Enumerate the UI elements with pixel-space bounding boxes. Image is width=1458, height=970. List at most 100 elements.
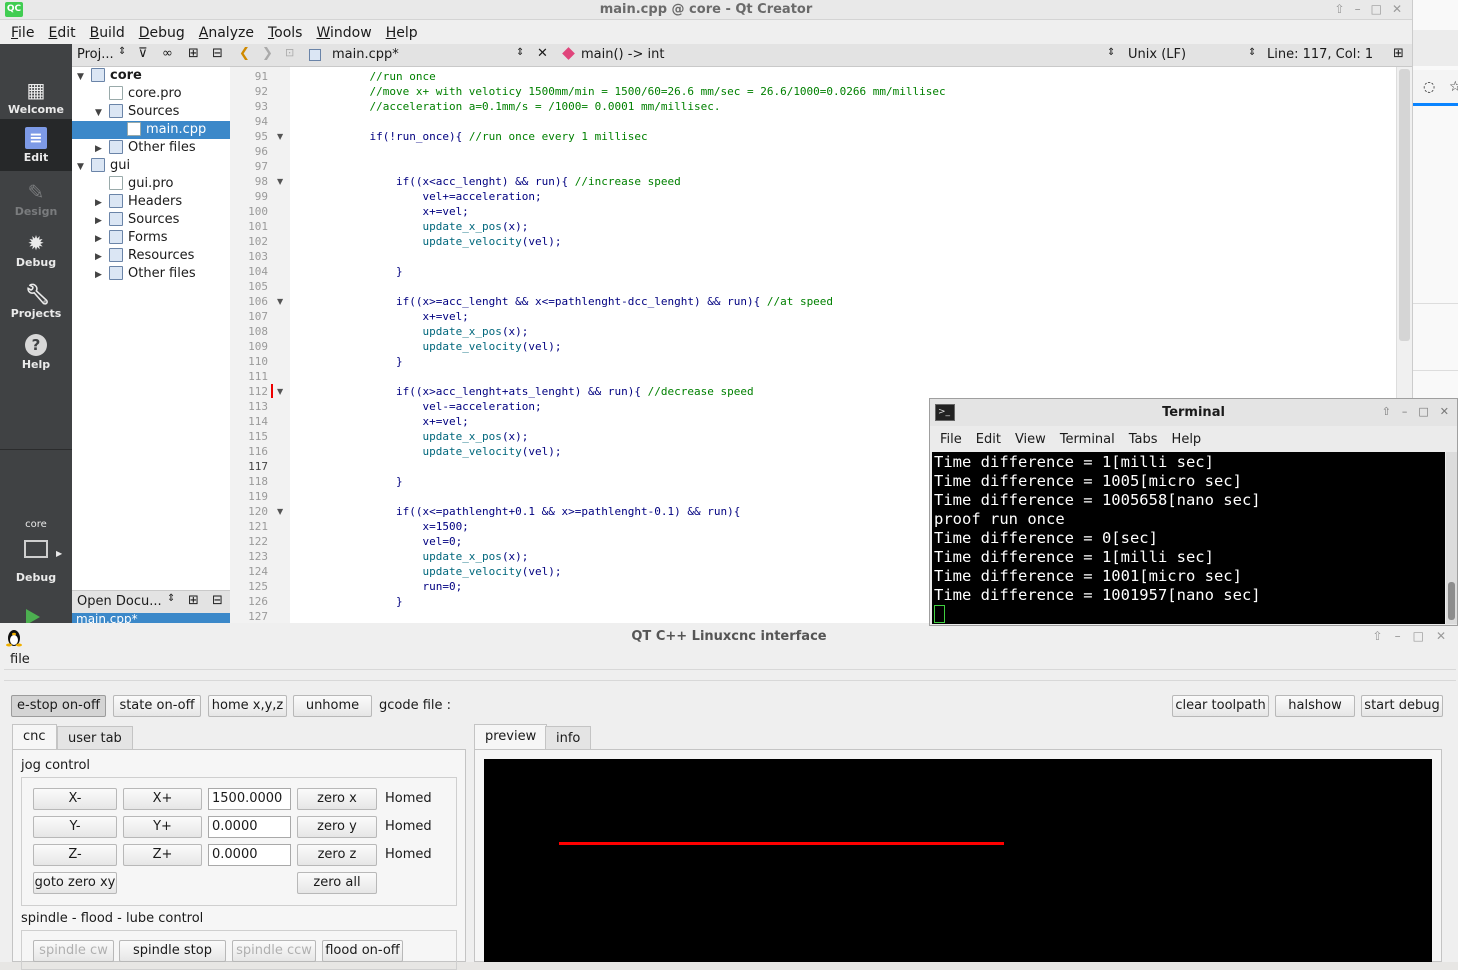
close-pane-icon[interactable]: ⊟ xyxy=(212,46,223,61)
tree-item-headers[interactable]: ▶ Headers xyxy=(95,193,182,211)
tree-item-resources[interactable]: ▶ Resources xyxy=(95,247,194,265)
menu-build[interactable]: Build xyxy=(90,25,125,41)
tree-item-sources[interactable]: ▼ Sources xyxy=(95,103,179,121)
chevron-right-icon[interactable]: ▶ xyxy=(95,140,109,158)
forward-icon[interactable]: ❯ xyxy=(262,46,273,61)
terminal-menu-view[interactable]: View xyxy=(1015,432,1046,447)
run-icon[interactable] xyxy=(26,609,40,623)
current-file-name[interactable]: main.cpp* xyxy=(332,47,399,62)
goto-zero-xy-button[interactable]: goto zero xy xyxy=(33,872,117,894)
estop-button[interactable]: e-stop on-off xyxy=(11,695,106,717)
start-debug-button[interactable]: start debug xyxy=(1361,695,1443,717)
fold-marker-icon[interactable]: ▼ xyxy=(277,177,283,186)
zero-all-button[interactable]: zero all xyxy=(297,872,377,894)
tree-item-main-cpp[interactable]: main.cpp xyxy=(72,121,230,139)
mode-help[interactable]: ? Help xyxy=(0,326,72,374)
jog-x-minus-button[interactable]: X- xyxy=(33,788,117,810)
mode-debug[interactable]: ✹ Debug xyxy=(0,224,72,272)
fold-marker-icon[interactable]: ▼ xyxy=(277,507,283,516)
menu-analyze[interactable]: Analyze xyxy=(199,25,254,41)
file-dropdown-icon[interactable]: ⇕ xyxy=(516,47,524,58)
chevron-down-icon[interactable]: ▼ xyxy=(95,104,109,122)
fold-marker-icon[interactable]: ▼ xyxy=(277,387,283,396)
chevron-down-icon[interactable]: ▼ xyxy=(77,68,91,86)
editor-scrollbar-handle[interactable] xyxy=(1399,69,1410,341)
tree-item-gui-other-files[interactable]: ▶ Other files xyxy=(95,265,196,283)
bookmark-star-icon[interactable]: ☆ xyxy=(1449,79,1458,95)
menu-edit[interactable]: Edit xyxy=(48,25,75,41)
minimize-icon[interactable]: – xyxy=(1395,629,1401,643)
flood-button[interactable]: flood on-off xyxy=(322,940,403,962)
menu-tools[interactable]: Tools xyxy=(268,25,303,41)
keep-above-icon[interactable]: ⇧ xyxy=(1335,2,1345,16)
jog-y-plus-button[interactable]: Y+ xyxy=(123,816,202,838)
chevron-right-icon[interactable]: ▶ xyxy=(95,266,109,284)
chevron-right-icon[interactable]: ▶ xyxy=(95,248,109,266)
tree-item-forms[interactable]: ▶ Forms xyxy=(95,229,168,247)
mode-design[interactable]: ✎ Design xyxy=(0,173,72,221)
zero-x-button[interactable]: zero x xyxy=(297,788,377,810)
close-icon[interactable]: ✕ xyxy=(1436,629,1446,643)
jog-x-plus-button[interactable]: X+ xyxy=(123,788,202,810)
clear-toolpath-button[interactable]: clear toolpath xyxy=(1172,695,1269,717)
chevron-right-icon[interactable]: ▶ xyxy=(95,230,109,248)
home-button[interactable]: home x,y,z xyxy=(208,695,287,717)
menu-file[interactable]: file xyxy=(10,652,30,667)
mode-welcome[interactable]: ▦ Welcome xyxy=(0,71,72,119)
tab-user[interactable]: user tab xyxy=(57,726,133,750)
projects-pane-title[interactable]: Proj... xyxy=(77,47,114,62)
open-document-item[interactable]: main.cpp* xyxy=(72,613,230,623)
chevron-right-icon[interactable]: ▶ xyxy=(95,212,109,230)
terminal-menu-file[interactable]: File xyxy=(940,432,962,447)
tree-item-gui[interactable]: ▼ gui xyxy=(77,157,130,175)
chevron-right-icon[interactable]: ▶ xyxy=(95,194,109,212)
tree-item-gui-pro[interactable]: gui.pro xyxy=(95,175,174,193)
state-button[interactable]: state on-off xyxy=(113,695,201,717)
terminal-menu-help[interactable]: Help xyxy=(1172,432,1202,447)
maximize-icon[interactable]: □ xyxy=(1413,629,1424,643)
tree-item-gui-sources[interactable]: ▶ Sources xyxy=(95,211,179,229)
close-icon[interactable]: ✕ xyxy=(1392,2,1402,16)
tab-preview[interactable]: preview xyxy=(474,724,548,750)
cursor-position[interactable]: Line: 117, Col: 1 xyxy=(1267,47,1373,62)
pocket-icon[interactable]: ◌ xyxy=(1423,79,1435,95)
keep-above-icon[interactable]: ⇧ xyxy=(1373,629,1383,643)
filter-icon[interactable]: ⊽ xyxy=(138,46,148,61)
fold-marker-icon[interactable]: ▼ xyxy=(277,297,283,306)
jog-y-minus-button[interactable]: Y- xyxy=(33,816,117,838)
halshow-button[interactable]: halshow xyxy=(1275,695,1355,717)
open-documents-title[interactable]: Open Docu... xyxy=(77,594,162,609)
zero-y-button[interactable]: zero y xyxy=(297,816,377,838)
tree-item-other-files[interactable]: ▶ Other files xyxy=(95,139,196,157)
menu-window[interactable]: Window xyxy=(316,25,371,41)
pane-selector-icon[interactable]: ⇕ xyxy=(118,46,126,57)
jog-z-minus-button[interactable]: Z- xyxy=(33,844,117,866)
close-document-icon[interactable]: ✕ xyxy=(537,46,548,61)
terminal-scrollbar[interactable] xyxy=(1446,452,1457,624)
lock-icon[interactable]: ⊡ xyxy=(285,46,294,59)
split-icon[interactable]: ⊞ xyxy=(188,46,199,61)
minimize-icon[interactable]: – xyxy=(1402,405,1408,418)
kit-monitor-icon[interactable] xyxy=(24,540,48,558)
split-icon[interactable]: ⊞ xyxy=(188,593,199,608)
spindle-ccw-button[interactable]: spindle ccw xyxy=(232,940,316,962)
line-ending-dropdown-icon[interactable]: ⇕ xyxy=(1248,47,1256,58)
terminal-scrollbar-handle[interactable] xyxy=(1448,582,1455,620)
terminal-menu-terminal[interactable]: Terminal xyxy=(1060,432,1115,447)
kit-build-config[interactable]: Debug xyxy=(0,571,72,584)
z-position-field[interactable]: 0.0000 xyxy=(208,844,291,866)
terminal-menu-tabs[interactable]: Tabs xyxy=(1129,432,1158,447)
minimize-icon[interactable]: – xyxy=(1355,2,1361,16)
spindle-stop-button[interactable]: spindle stop xyxy=(119,940,226,962)
close-pane-icon[interactable]: ⊟ xyxy=(212,593,223,608)
pane-selector-icon[interactable]: ⇕ xyxy=(167,593,175,604)
back-icon[interactable]: ❮ xyxy=(239,46,250,61)
tab-cnc[interactable]: cnc xyxy=(12,724,57,750)
line-ending-selector[interactable]: Unix (LF) xyxy=(1128,47,1186,62)
jog-z-plus-button[interactable]: Z+ xyxy=(123,844,202,866)
menu-debug[interactable]: Debug xyxy=(139,25,185,41)
tab-info[interactable]: info xyxy=(545,726,592,750)
zero-z-button[interactable]: zero z xyxy=(297,844,377,866)
y-position-field[interactable]: 0.0000 xyxy=(208,816,291,838)
link-icon[interactable]: ∞ xyxy=(162,46,173,61)
